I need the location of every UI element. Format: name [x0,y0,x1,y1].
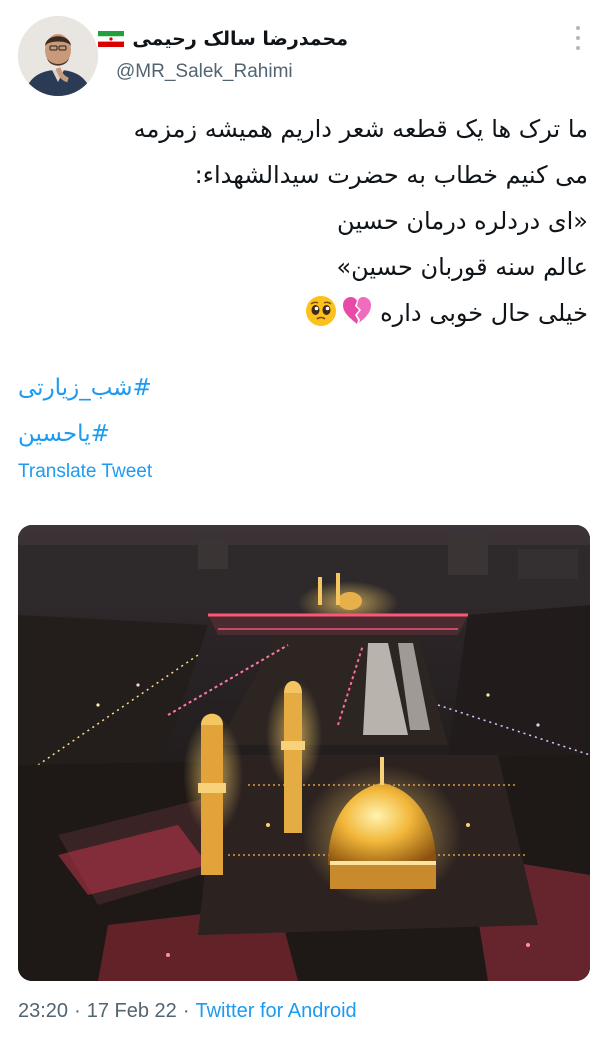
tweet-source-link[interactable]: Twitter for Android [195,1000,356,1023]
tweet-line-last: خیلی حال خوبی داره [18,290,588,336]
more-options-icon[interactable] [568,26,588,50]
pleading-face-emoji [306,296,337,326]
broken-heart-emoji [343,297,372,324]
tweet-date[interactable]: 17 Feb 22 [87,1000,177,1023]
tweet-text: ما ترک ها یک قطعه شعر داریم همیشه زمزمه … [18,106,588,336]
iran-flag-icon [98,31,125,47]
tweet-line: «ای دردلره درمان حسین [337,207,588,235]
emoji-group [304,294,374,328]
avatar-image [18,16,98,96]
translate-tweet-link[interactable]: Translate Tweet [18,461,152,483]
avatar[interactable] [18,16,98,96]
hashtag-link[interactable]: #شب_زیارتی [18,365,152,411]
display-name[interactable]: محمدرضا سالک رحیمی [132,28,348,50]
user-handle[interactable]: @MR_Salek_Rahimi [116,61,293,83]
meta-separator: · [182,1000,190,1022]
user-name-row[interactable]: محمدرضا سالک رحیمی [98,24,348,54]
tweet-meta: 23:20 · 17 Feb 22 · Twitter for Android [18,1000,357,1023]
tweet-time[interactable]: 23:20 [18,1000,68,1023]
tweet-line: ما ترک ها یک قطعه شعر داریم همیشه زمزمه [133,115,588,143]
photo-illustration [18,525,590,981]
shrine-aerial-photo[interactable] [18,525,590,981]
tweet-line: خیلی حال خوبی داره [380,299,588,327]
meta-separator: · [74,1000,81,1022]
tweet-line: می کنیم خطاب به حضرت سیدالشهداء: [194,161,588,189]
hashtag-link[interactable]: #یاحسین [18,411,152,457]
hashtags: #شب_زیارتی #یاحسین [18,365,152,457]
tweet-line: عالم سنه قوربان حسین» [336,253,588,281]
